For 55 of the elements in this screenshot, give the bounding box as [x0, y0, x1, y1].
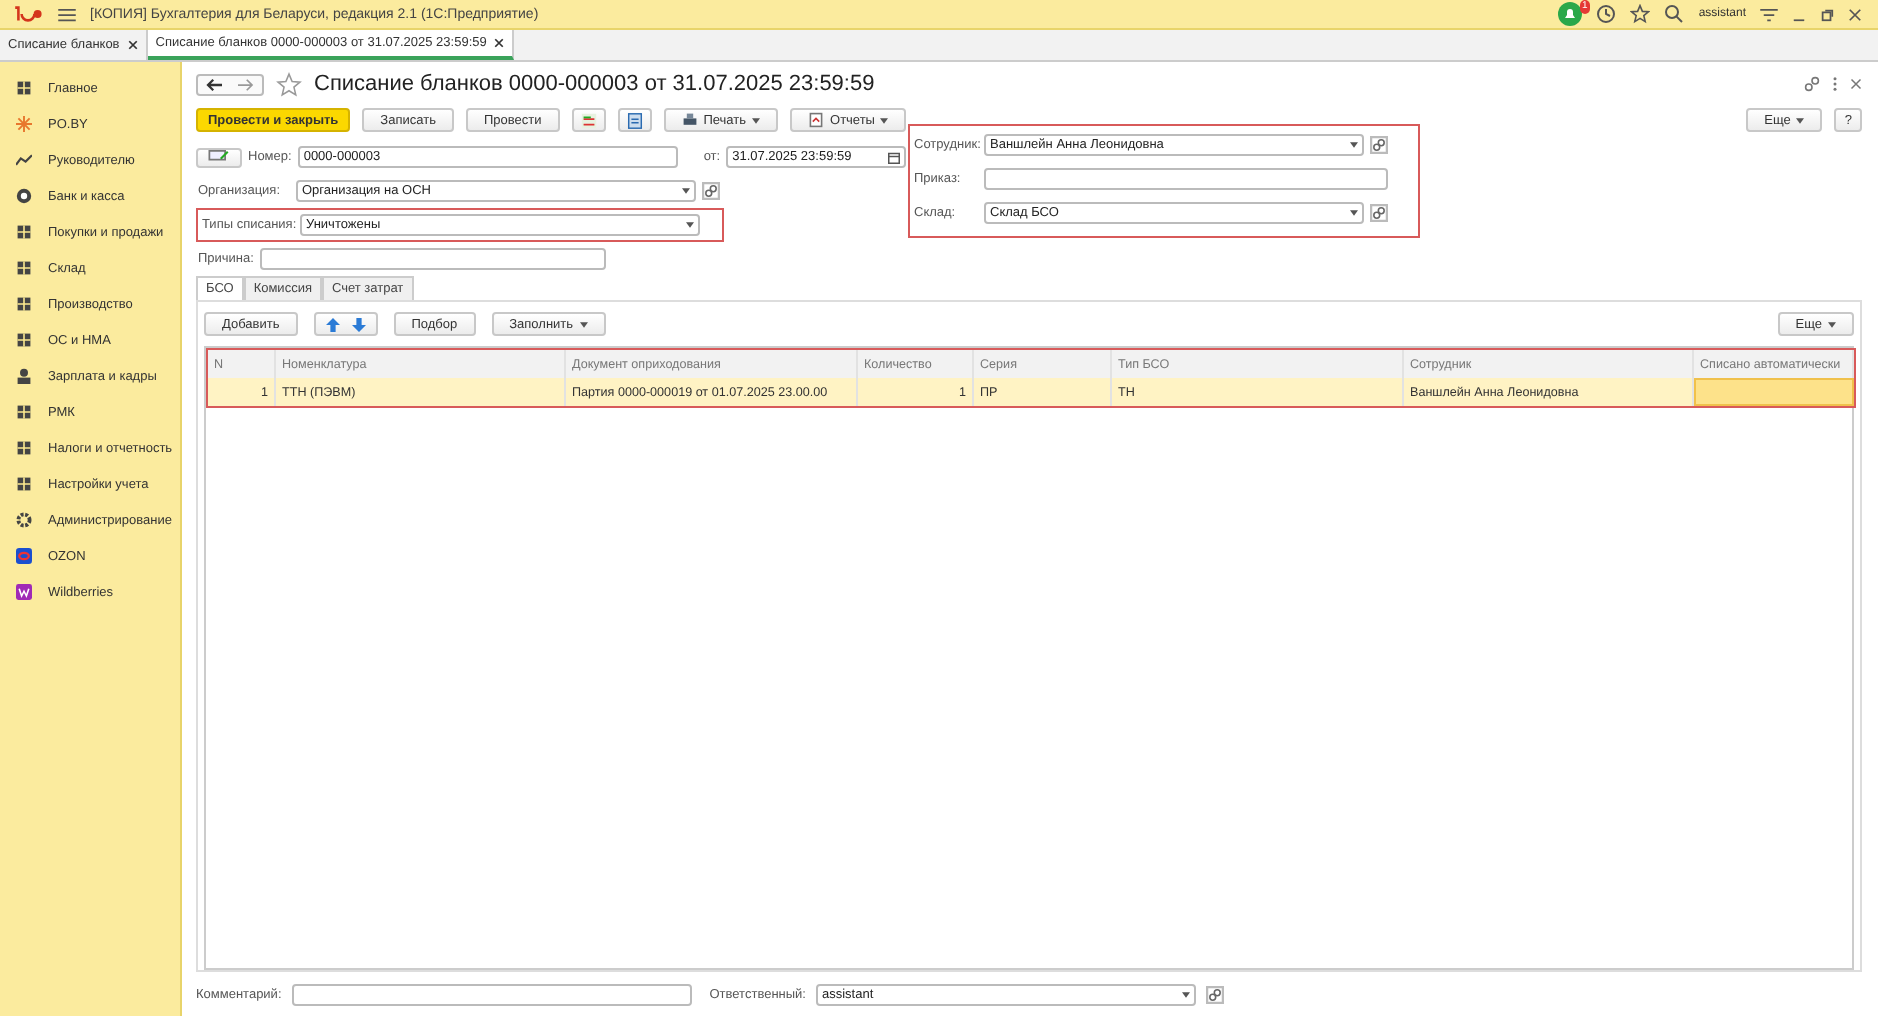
menu-icon[interactable] — [58, 7, 76, 21]
grid-icon — [16, 260, 32, 276]
caret-icon — [1828, 321, 1836, 327]
edit-icon — [208, 150, 230, 164]
icon-button[interactable] — [617, 108, 652, 132]
arrow-down-icon[interactable] — [351, 317, 366, 331]
kebab-icon[interactable] — [1832, 76, 1838, 92]
back-icon[interactable] — [206, 77, 224, 91]
gear-icon — [16, 512, 32, 528]
navigation-buttons[interactable] — [196, 73, 264, 95]
logo-icon — [12, 6, 44, 22]
reason-field[interactable] — [260, 248, 606, 270]
report-icon — [808, 112, 825, 128]
icon-button[interactable] — [571, 108, 606, 132]
filter-icon[interactable] — [1760, 7, 1778, 21]
dropdown-icon[interactable] — [1181, 991, 1190, 997]
link-icon[interactable] — [1804, 76, 1820, 92]
close-icon[interactable] — [127, 40, 138, 50]
ozon-icon — [16, 548, 32, 564]
active-cell[interactable] — [1694, 378, 1854, 406]
arrow-up-icon[interactable] — [325, 317, 340, 331]
open-icon[interactable] — [1370, 204, 1388, 222]
star-icon[interactable] — [276, 71, 302, 97]
star-icon[interactable] — [1630, 4, 1651, 24]
search-icon[interactable] — [1664, 4, 1685, 24]
person-icon — [16, 368, 32, 384]
caret-icon — [1796, 117, 1805, 123]
comment-field[interactable] — [291, 983, 692, 1005]
caret-icon — [880, 117, 889, 123]
wildberries-icon — [16, 584, 32, 600]
coin-icon — [16, 188, 32, 204]
asterisk-icon — [16, 116, 32, 132]
move-buttons[interactable] — [313, 312, 378, 336]
calendar-icon[interactable] — [888, 151, 901, 163]
printer-icon — [681, 112, 698, 128]
dropdown-icon[interactable] — [682, 188, 690, 194]
order-field[interactable] — [984, 168, 1388, 190]
document-title: Списание бланков 0000-000003 от 31.07.2025 23:59:59 — [314, 72, 875, 96]
dropdown-icon[interactable] — [1350, 210, 1358, 216]
history-icon[interactable] — [1596, 4, 1617, 24]
dropdown-icon[interactable] — [1350, 142, 1358, 148]
number-edit-button[interactable] — [196, 147, 242, 167]
document-icon — [625, 111, 644, 129]
close-icon[interactable] — [1848, 7, 1862, 21]
caret-icon — [752, 117, 761, 123]
forward-icon[interactable] — [236, 77, 254, 91]
caret-icon — [579, 321, 588, 327]
close-icon[interactable] — [494, 38, 505, 48]
open-icon[interactable] — [702, 182, 720, 200]
dropdown-icon[interactable] — [686, 222, 694, 228]
restore-icon[interactable] — [1820, 7, 1834, 21]
open-icon[interactable] — [1205, 985, 1224, 1003]
chart-icon — [16, 152, 32, 168]
bell-icon[interactable] — [1558, 2, 1583, 26]
open-icon[interactable] — [1370, 136, 1388, 154]
